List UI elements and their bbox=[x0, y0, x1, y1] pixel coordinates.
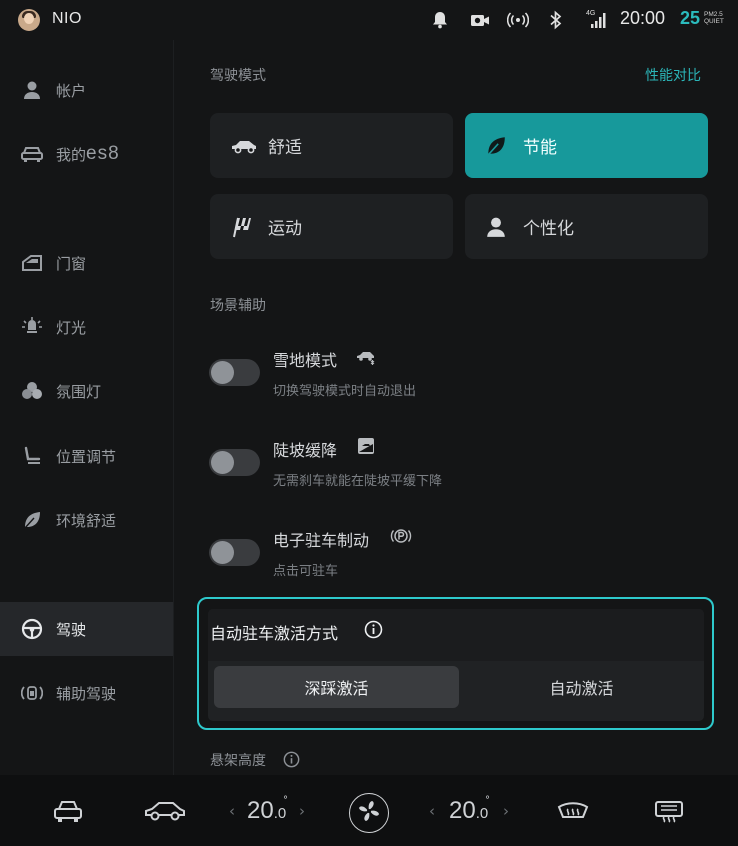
snow-mode-title: 雪地模式 bbox=[273, 351, 338, 370]
pm25-value: 25 bbox=[680, 8, 701, 28]
mode-comfort-button[interactable]: 舒适 bbox=[210, 113, 453, 178]
sidebar-item-label: 我的 bbox=[56, 145, 87, 164]
snow-car-icon bbox=[356, 349, 376, 369]
sidebar-item-seat-position[interactable]: 位置调节 bbox=[0, 429, 173, 483]
dashcam-icon[interactable] bbox=[470, 10, 490, 30]
parking-brake-toggle[interactable] bbox=[209, 539, 260, 566]
sidebar-item-lights[interactable]: 灯光 bbox=[0, 300, 173, 354]
drive-mode-title: 驾驶模式 bbox=[210, 68, 266, 84]
hill-descent-subtitle: 无需刹车就能在陡坡平缓下降 bbox=[273, 474, 443, 489]
toggle-knob bbox=[211, 541, 234, 564]
person-icon bbox=[20, 78, 44, 102]
wireless-signal-icon bbox=[506, 10, 530, 30]
left-temp-dec: .0 bbox=[273, 805, 287, 822]
cellular-signal-icon: 4G bbox=[585, 10, 607, 30]
leaf-icon bbox=[485, 134, 515, 158]
sidebar-item-my-car[interactable]: 我的 es8 bbox=[0, 127, 173, 181]
deep-press-activate-option[interactable]: 深踩激活 bbox=[214, 666, 459, 708]
light-icon bbox=[20, 315, 44, 339]
scene-assist-title: 场景辅助 bbox=[210, 298, 266, 314]
right-temp-increase[interactable]: › bbox=[503, 802, 509, 820]
left-temp-unit: ° bbox=[283, 795, 288, 806]
right-temp-decrease[interactable]: ‹ bbox=[429, 802, 435, 820]
checkered-flag-icon bbox=[230, 215, 260, 239]
network-type: 4G bbox=[586, 10, 596, 17]
left-temp-increase[interactable]: › bbox=[299, 802, 305, 820]
settings-screen: NIO 4G 20:00 25 PM2.5 QUIET 帐户 我的 es8 门窗… bbox=[0, 0, 738, 846]
front-defrost-icon[interactable] bbox=[556, 797, 596, 825]
mode-custom-button[interactable]: 个性化 bbox=[465, 194, 708, 259]
right-temp-dec: .0 bbox=[475, 805, 489, 822]
auto-activate-option[interactable]: 自动激活 bbox=[459, 666, 704, 708]
car-side-icon[interactable] bbox=[144, 797, 185, 825]
sidebar-item-account[interactable]: 帐户 bbox=[0, 63, 173, 117]
pm25-label-top: PM2.5 bbox=[704, 11, 723, 18]
car-model-label: es8 bbox=[86, 143, 120, 164]
sidebar-item-label: 辅助驾驶 bbox=[56, 684, 117, 703]
left-temperature[interactable]: 20.0 bbox=[247, 797, 286, 825]
sidebar-item-label: 位置调节 bbox=[56, 447, 117, 466]
right-temperature[interactable]: 20.0 bbox=[449, 797, 488, 825]
bluetooth-icon[interactable] bbox=[549, 10, 563, 30]
fan-button[interactable] bbox=[349, 793, 389, 833]
mode-label: 运动 bbox=[268, 219, 302, 239]
assisted-driving-icon bbox=[20, 681, 44, 705]
hill-descent-title: 陡坡缓降 bbox=[273, 441, 338, 460]
hill-descent-icon bbox=[357, 437, 375, 459]
parking-brake-title: 电子驻车制动 bbox=[273, 531, 370, 550]
right-temp-int: 20 bbox=[449, 797, 476, 824]
sidebar-item-climate-comfort[interactable]: 环境舒适 bbox=[0, 493, 173, 547]
hill-descent-toggle[interactable] bbox=[209, 449, 260, 476]
right-temp-unit: ° bbox=[485, 795, 490, 806]
leaf-icon bbox=[20, 508, 44, 532]
performance-compare-link[interactable]: 性能对比 bbox=[645, 65, 701, 85]
steering-wheel-icon bbox=[20, 617, 44, 641]
mode-eco-button[interactable]: 节能 bbox=[465, 113, 708, 178]
pm25-label: PM2.5 QUIET bbox=[704, 11, 724, 25]
mode-label: 舒适 bbox=[268, 138, 302, 158]
car-front-icon[interactable] bbox=[50, 797, 90, 825]
sidebar-item-label: 环境舒适 bbox=[56, 511, 117, 530]
sidebar-item-label: 帐户 bbox=[56, 81, 87, 100]
auto-park-title: 自动驻车激活方式 bbox=[210, 624, 339, 643]
info-icon[interactable] bbox=[283, 751, 300, 772]
sidebar-item-label: 氛围灯 bbox=[56, 382, 102, 401]
car-side-icon bbox=[230, 134, 260, 158]
mode-label: 个性化 bbox=[523, 219, 574, 239]
sidebar-item-ambient-light[interactable]: 氛围灯 bbox=[0, 364, 173, 418]
toggle-knob bbox=[211, 361, 234, 384]
snow-mode-toggle[interactable] bbox=[209, 359, 260, 386]
rear-defrost-icon[interactable] bbox=[652, 797, 692, 825]
brand-name: NIO bbox=[52, 10, 82, 27]
status-bar: NIO 4G 20:00 25 PM2.5 QUIET bbox=[0, 0, 738, 40]
ambient-light-icon bbox=[20, 379, 44, 403]
parking-brake-icon bbox=[390, 527, 412, 549]
avatar[interactable] bbox=[18, 9, 40, 31]
sidebar-item-label: 灯光 bbox=[56, 318, 87, 337]
left-temp-int: 20 bbox=[247, 797, 274, 824]
seat-icon bbox=[20, 444, 44, 468]
suspension-height-title: 悬架高度 bbox=[210, 753, 266, 769]
sidebar-item-assisted-driving[interactable]: 辅助驾驶 bbox=[0, 666, 173, 720]
sidebar-item-driving[interactable]: 驾驶 bbox=[0, 602, 173, 656]
person-icon bbox=[485, 215, 515, 239]
snow-mode-subtitle: 切换驾驶模式时自动退出 bbox=[273, 384, 417, 399]
parking-brake-subtitle: 点击可驻车 bbox=[273, 564, 339, 579]
sidebar-item-label: 门窗 bbox=[56, 254, 87, 273]
mode-label: 节能 bbox=[523, 138, 557, 158]
fan-icon bbox=[356, 798, 382, 828]
sidebar-divider bbox=[173, 40, 174, 775]
toggle-knob bbox=[211, 451, 234, 474]
mode-sport-button[interactable]: 运动 bbox=[210, 194, 453, 259]
sidebar-item-doors-windows[interactable]: 门窗 bbox=[0, 236, 173, 290]
pm25-label-bottom: QUIET bbox=[704, 18, 724, 25]
car-front-icon bbox=[20, 142, 44, 166]
bell-icon[interactable] bbox=[431, 10, 449, 30]
sidebar-item-label: 驾驶 bbox=[56, 620, 87, 639]
info-icon[interactable] bbox=[364, 620, 383, 643]
clock: 20:00 bbox=[620, 8, 666, 28]
door-window-icon bbox=[20, 251, 44, 275]
left-temp-decrease[interactable]: ‹ bbox=[229, 802, 235, 820]
